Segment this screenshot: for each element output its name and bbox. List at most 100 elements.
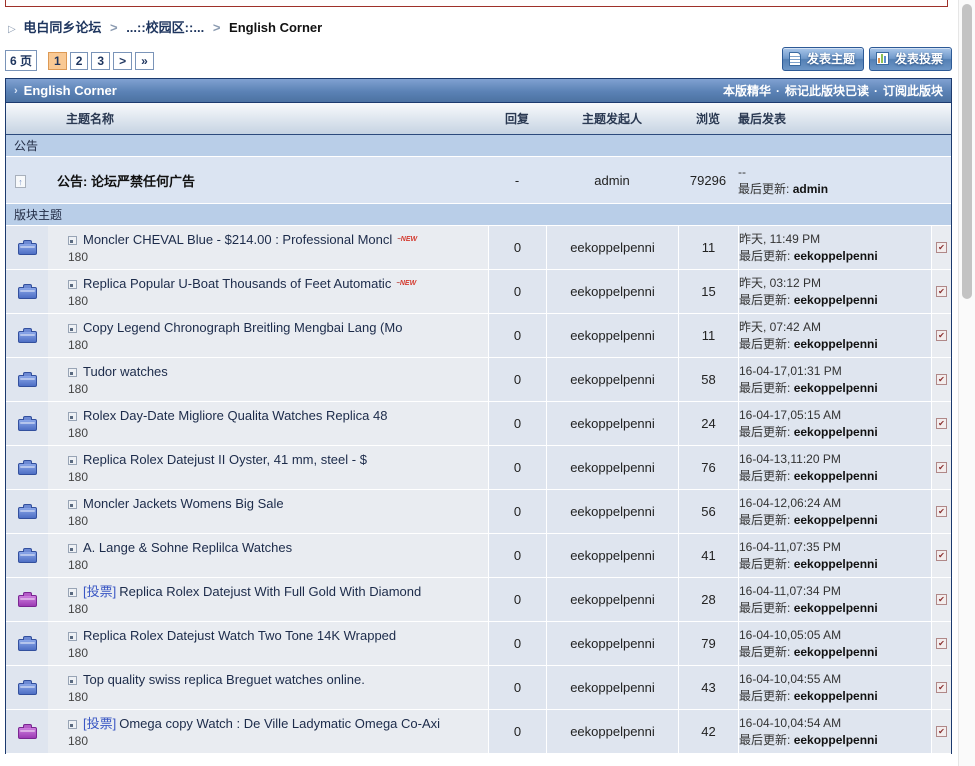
replies-count: 0 (488, 622, 546, 665)
topic-title-cell: [投票]Replica Rolex Datejust With Full Gol… (48, 578, 488, 621)
go-last-post-icon[interactable] (936, 242, 947, 253)
topic-folder-cell (6, 710, 48, 753)
last-poster-link[interactable]: eekoppelpenni (794, 469, 878, 483)
last-poster-link[interactable]: eekoppelpenni (794, 689, 878, 703)
topic-rows: Moncler CHEVAL Blue - $214.00 : Professi… (6, 226, 951, 754)
topic-folder-cell (6, 314, 48, 357)
topic-link[interactable]: Replica Rolex Datejust Watch Two Tone 14… (83, 628, 396, 643)
announcement-last-poster-link[interactable]: admin (793, 182, 828, 196)
topic-link[interactable]: Omega copy Watch : De Ville Ladymatic Om… (119, 716, 440, 731)
topic-link[interactable]: Moncler Jackets Womens Big Sale (83, 496, 284, 511)
page-link-3[interactable]: 3 (91, 52, 110, 70)
last-post-date: 16-04-12,06:24 AM (739, 495, 931, 512)
go-last-post-icon[interactable] (936, 726, 947, 737)
topic-starter-link[interactable]: eekoppelpenni (570, 724, 655, 739)
last-poster-link[interactable]: eekoppelpenni (794, 733, 878, 747)
last-poster-link[interactable]: eekoppelpenni (794, 381, 878, 395)
scrollbar-thumb[interactable] (962, 4, 972, 299)
page-next-button[interactable]: > (113, 52, 132, 70)
new-topic-button[interactable]: 发表主题 (782, 47, 864, 71)
topic-folder-cell (6, 270, 48, 313)
topic-title-cell: Replica Rolex Datejust Watch Two Tone 14… (48, 622, 488, 665)
last-post-date: 16-04-11,07:35 PM (739, 539, 931, 556)
topic-starter-link[interactable]: eekoppelpenni (570, 504, 655, 519)
topic-starter-link[interactable]: eekoppelpenni (570, 372, 655, 387)
folder-icon (18, 463, 37, 475)
go-last-post-icon[interactable] (936, 550, 947, 561)
board-actions: 发表主题 发表投票 (782, 47, 952, 71)
table-row: Moncler Jackets Womens Big Sale 180 0 ee… (6, 490, 951, 534)
new-poll-button[interactable]: 发表投票 (869, 47, 952, 71)
announcement-starter-link[interactable]: admin (594, 173, 629, 188)
scrollbar[interactable] (958, 0, 975, 766)
page-last-button[interactable]: » (135, 52, 154, 70)
last-poster-link[interactable]: eekoppelpenni (794, 645, 878, 659)
poll-tag: [投票] (83, 716, 116, 731)
topic-starter-link[interactable]: eekoppelpenni (570, 636, 655, 651)
last-poster-link[interactable]: eekoppelpenni (794, 425, 878, 439)
last-poster-link[interactable]: eekoppelpenni (794, 249, 878, 263)
page-link-2[interactable]: 2 (70, 52, 89, 70)
go-cell (931, 358, 951, 401)
topic-link[interactable]: Top quality swiss replica Breguet watche… (83, 672, 365, 687)
last-poster-link[interactable]: eekoppelpenni (794, 337, 878, 351)
new-icon: NEW (396, 280, 416, 287)
go-last-post-icon[interactable] (936, 462, 947, 473)
topic-starter-link[interactable]: eekoppelpenni (570, 548, 655, 563)
topic-starter-link[interactable]: eekoppelpenni (570, 680, 655, 695)
go-cell (931, 314, 951, 357)
replies-count: 0 (488, 490, 546, 533)
topic-starter-link[interactable]: eekoppelpenni (570, 460, 655, 475)
topic-status-icon (68, 412, 77, 421)
topic-link[interactable]: Moncler CHEVAL Blue - $214.00 : Professi… (83, 232, 392, 247)
header-views: 浏览 (678, 110, 738, 127)
topic-link[interactable]: A. Lange & Sohne Replilca Watches (83, 540, 292, 555)
topic-status-icon (68, 588, 77, 597)
topic-folder-cell (6, 226, 48, 269)
table-row: Tudor watches 180 0 eekoppelpenni 58 16-… (6, 358, 951, 402)
link-separator: · (776, 84, 780, 98)
topic-subtitle: 180 (68, 425, 482, 441)
topic-starter-link[interactable]: eekoppelpenni (570, 240, 655, 255)
last-post-date: 16-04-10,04:54 AM (739, 715, 931, 732)
last-poster-link[interactable]: eekoppelpenni (794, 601, 878, 615)
section-header-announcements: 公告 (6, 135, 951, 157)
announcement-link[interactable]: 公告: 论坛严禁任何广告 (57, 174, 195, 189)
go-last-post-icon[interactable] (936, 374, 947, 385)
subscribe-link[interactable]: 订阅此版块 (883, 84, 943, 98)
go-last-post-icon[interactable] (936, 638, 947, 649)
go-last-post-icon[interactable] (936, 594, 947, 605)
topic-subtitle: 180 (68, 469, 482, 485)
topic-link[interactable]: Rolex Day-Date Migliore Qualita Watches … (83, 408, 387, 423)
topic-link[interactable]: Tudor watches (83, 364, 168, 379)
topic-link[interactable]: Replica Rolex Datejust With Full Gold Wi… (119, 584, 421, 599)
topic-link[interactable]: Replica Rolex Datejust II Oyster, 41 mm,… (83, 452, 367, 467)
breadcrumb-link-category[interactable]: ...::校园区::... (126, 20, 204, 35)
breadcrumb-arrow-icon: ▷ (8, 24, 16, 35)
announcement-title-cell: 公告: 论坛严禁任何广告 (48, 171, 488, 190)
go-last-post-icon[interactable] (936, 286, 947, 297)
poll-tag: [投票] (83, 584, 116, 599)
topic-list-table: › English Corner 本版精华·标记此版块已读·订阅此版块 主题名称… (5, 78, 952, 754)
last-poster-link[interactable]: eekoppelpenni (794, 293, 878, 307)
last-by-label: 最后更新: (739, 733, 790, 747)
go-last-post-icon[interactable] (936, 506, 947, 517)
topic-starter-link[interactable]: eekoppelpenni (570, 592, 655, 607)
last-poster-link[interactable]: eekoppelpenni (794, 557, 878, 571)
topic-title-cell: Moncler CHEVAL Blue - $214.00 : Professi… (48, 226, 488, 269)
go-last-post-icon[interactable] (936, 330, 947, 341)
topic-starter-link[interactable]: eekoppelpenni (570, 284, 655, 299)
topic-starter-link[interactable]: eekoppelpenni (570, 416, 655, 431)
topic-link[interactable]: Copy Legend Chronograph Breitling Mengba… (83, 320, 402, 335)
views-count: 28 (678, 578, 738, 621)
board-best-link[interactable]: 本版精华 (723, 84, 771, 98)
last-by-label: 最后更新: (739, 513, 790, 527)
topic-link[interactable]: Replica Popular U-Boat Thousands of Feet… (83, 276, 391, 291)
go-last-post-icon[interactable] (936, 418, 947, 429)
go-last-post-icon[interactable] (936, 682, 947, 693)
announcement-replies: - (488, 173, 546, 188)
topic-starter-link[interactable]: eekoppelpenni (570, 328, 655, 343)
mark-read-link[interactable]: 标记此版块已读 (785, 84, 869, 98)
breadcrumb-link-forum[interactable]: 电白同乡论坛 (23, 20, 101, 35)
last-poster-link[interactable]: eekoppelpenni (794, 513, 878, 527)
